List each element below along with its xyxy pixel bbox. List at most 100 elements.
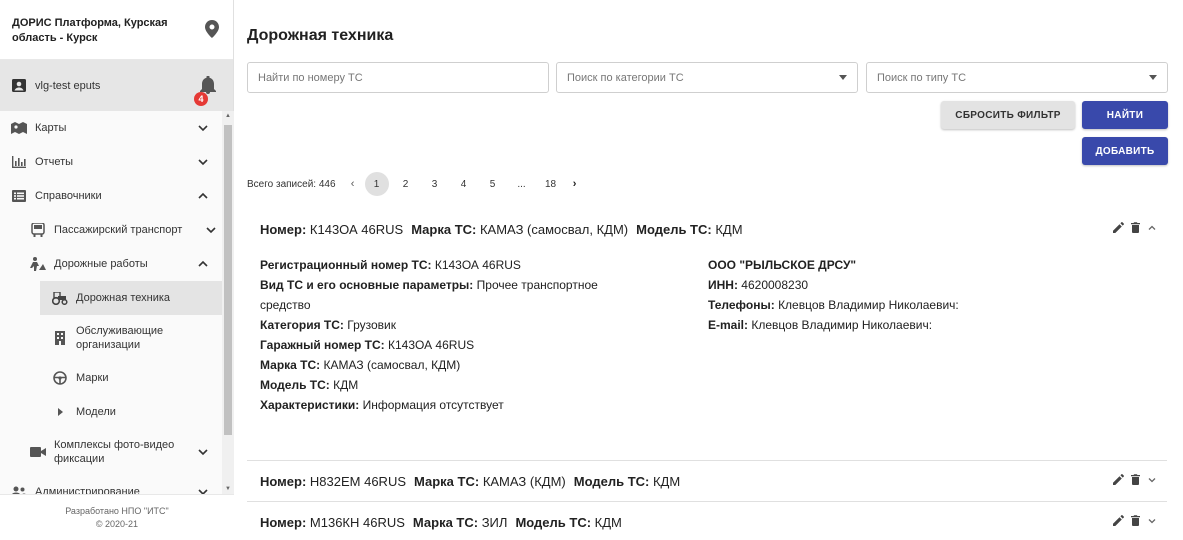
sidebar-item-directories[interactable]: Справочники [0,179,222,213]
scrollbar-thumb[interactable] [224,125,232,435]
sidebar-item-service-organizations[interactable]: Обслуживающие организации [0,315,222,361]
model-detail-label: Модель ТС: [260,378,330,392]
sidebar-header: ДОРИС Платформа, Курская область - Курск [0,0,233,60]
prev-page-button[interactable]: ‹ [346,178,360,190]
sidebar-item-maps[interactable]: Карты [0,111,222,145]
notification-badge: 4 [194,92,208,106]
category-placeholder: Поиск по категории ТС [567,71,684,84]
edit-icon[interactable] [1113,222,1124,233]
kind-value: Прочее транспортное [476,278,598,292]
delete-icon[interactable] [1131,515,1140,526]
caret-right-icon [52,404,68,420]
bar-chart-icon [11,154,27,170]
sidebar-item-passenger-transport[interactable]: Пассажирский транспорт [0,213,222,247]
record-model: КДМ [594,514,622,530]
sidebar-item-photo-video-complexes[interactable]: Комплексы фото-видео фиксации [0,429,222,475]
collapse-chevron-icon[interactable] [1147,223,1157,233]
steering-wheel-icon [52,370,68,386]
page-button[interactable]: 2 [394,172,418,196]
page-button[interactable]: 18 [539,172,563,196]
record-header[interactable]: Номер: М136КН 46RUS Марка ТС: ЗИЛ Модель… [247,502,1167,540]
record-brand: КАМАЗ (самосвал, КДМ) [479,221,629,237]
email-row: E-mail: Клевцов Владимир Николаевич: [708,315,1008,335]
total-records: Всего записей: 446 [247,178,336,190]
main-content: Дорожная техника Найти по номеру ТС Поис… [234,0,1183,540]
record-header[interactable]: Номер: Н832ЕМ 46RUS Марка ТС: КАМАЗ (КДМ… [247,461,1167,501]
kind-label: Вид ТС и его основные параметры: [260,278,474,292]
sidebar-item-road-works[interactable]: Дорожные работы [0,247,222,281]
scroll-down-icon[interactable]: ▼ [225,486,231,492]
footer-copyright: © 2020-21 [95,519,139,529]
location-pin-icon[interactable] [205,20,219,38]
record-brand: ЗИЛ [481,514,508,530]
record-header[interactable]: Номер: К143ОА 46RUS Марка ТС: КАМАЗ (сам… [247,209,1167,249]
brand-label: Марка ТС: [414,473,480,489]
page-title: Дорожная техника [247,27,394,44]
category-select[interactable]: Поиск по категории ТС [556,62,858,93]
sidebar-menu: Карты Отчеты Справочники Пассажирский тр… [0,111,222,494]
list-box-icon [11,188,27,204]
tractor-icon [52,290,68,306]
sidebar-scrollbar[interactable]: ▲ ▼ [222,111,234,494]
brand-row: Марка ТС: КАМАЗ (самосвал, КДМ) [260,355,708,375]
sidebar-item-brands[interactable]: Марки [0,361,222,395]
delete-icon[interactable] [1131,222,1140,233]
reset-filter-button[interactable]: СБРОСИТЬ ФИЛЬТР [941,101,1075,129]
page-button[interactable]: 5 [481,172,505,196]
user-name: vlg-test eputs [35,79,101,92]
record-card: Номер: М136КН 46RUS Марка ТС: ЗИЛ Модель… [247,502,1167,540]
category-label: Категория ТС: [260,318,344,332]
phones-label: Телефоны: [708,298,775,312]
record-number: К143ОА 46RUS [309,221,404,237]
dropdown-arrow-icon [839,75,847,80]
sidebar-item-administration[interactable]: Администрирование [0,475,222,494]
page-button[interactable]: 3 [423,172,447,196]
footer-developer: Разработано НПО "ИТС" [65,506,169,516]
email-value: Клевцов Владимир Николаевич: [751,318,933,332]
sidebar-item-reports[interactable]: Отчеты [0,145,222,179]
chars-label: Характеристики: [260,398,360,412]
sidebar-item-label: Отчеты [35,156,74,168]
edit-icon[interactable] [1113,474,1124,485]
reg-label: Регистрационный номер ТС: [260,258,432,272]
sidebar-item-models[interactable]: Модели [0,395,222,429]
phones-value: Клевцов Владимир Николаевич: [778,298,959,312]
delete-icon[interactable] [1131,474,1140,485]
account-box-icon [12,79,26,92]
number-label: Номер: [260,221,307,237]
type-select[interactable]: Поиск по типу ТС [866,62,1168,93]
sidebar-item-road-machinery[interactable]: Дорожная техника [40,281,222,315]
inn-value: 4620008230 [741,278,809,292]
record-card: Номер: Н832ЕМ 46RUS Марка ТС: КАМАЗ (КДМ… [247,461,1167,502]
category-row: Категория ТС: Грузовик [260,315,708,335]
sidebar-item-label: Марки [76,372,109,384]
expand-chevron-icon[interactable] [1147,475,1157,485]
type-placeholder: Поиск по типу ТС [877,71,967,84]
vehicle-kind-row: Вид ТС и его основные параметры: Прочее … [260,275,708,315]
brand-detail-label: Марка ТС: [260,358,321,372]
sidebar-item-label: Карты [35,122,67,134]
road-worker-icon [30,256,46,272]
search-number-placeholder: Найти по номеру ТС [258,71,363,84]
next-page-button[interactable]: › [568,178,582,190]
inn-row: ИНН: 4620008230 [708,275,1008,295]
search-number-input[interactable]: Найти по номеру ТС [247,62,549,93]
scroll-up-icon[interactable]: ▲ [225,113,231,119]
page-button[interactable]: 4 [452,172,476,196]
expand-chevron-icon[interactable] [1147,516,1157,526]
model-label: Модель ТС: [573,473,650,489]
page-button[interactable]: 1 [364,172,389,196]
brand-detail-value: КАМАЗ (самосвал, КДМ) [323,358,461,372]
garage-label: Гаражный номер ТС: [260,338,385,352]
user-row[interactable]: vlg-test eputs 4 [0,60,233,111]
organization-info: ООО "РЫЛЬСКОЕ ДРСУ" ИНН: 4620008230 Теле… [708,255,1008,415]
inn-label: ИНН: [708,278,738,292]
edit-icon[interactable] [1113,515,1124,526]
chevron-up-icon [198,192,208,199]
map-icon [11,120,27,136]
find-button[interactable]: НАЙТИ [1082,101,1168,129]
chevron-down-icon [198,159,208,166]
chevron-down-icon [206,227,216,234]
pagination: Всего записей: 446 ‹ 1 2 3 4 5 ... 18 › [247,172,587,196]
add-button[interactable]: ДОБАВИТЬ [1082,137,1168,165]
